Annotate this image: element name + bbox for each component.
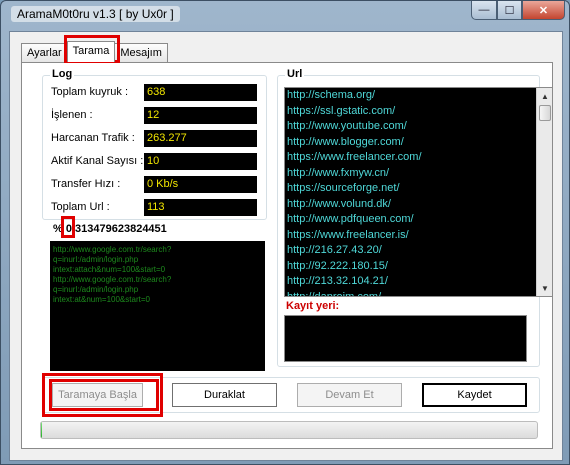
url-list-item[interactable]: http://www.blogger.com/ xyxy=(285,135,552,151)
kayit-yeri-box[interactable] xyxy=(284,315,527,362)
progress-percent-text: % 0.313479623824451 xyxy=(53,223,167,235)
log-output[interactable]: http://www.google.com.tr/search? q=inurl… xyxy=(50,241,265,371)
scroll-down-icon[interactable]: ▼ xyxy=(537,280,552,296)
url-scrollbar[interactable]: ▲ ▼ xyxy=(536,88,552,296)
log-line: intext:at&num=100&start=0 xyxy=(53,295,150,304)
url-list-item[interactable]: http://www.fxmyw.cn/ xyxy=(285,166,552,182)
progress-fill xyxy=(41,422,43,438)
url-list-item[interactable]: http://daproim.com/ xyxy=(285,290,552,297)
log-label-aktif-kanal: Aktif Kanal Sayısı : xyxy=(51,155,144,167)
window-controls: — ☐ ✕ xyxy=(471,1,565,21)
log-value-toplam-url: 113 xyxy=(144,199,257,216)
log-label-toplam-url: Toplam Url : xyxy=(51,201,110,213)
tab-mesajim[interactable]: Mesajım xyxy=(114,43,168,62)
log-value-islenen: 12 xyxy=(144,107,257,124)
log-title: Log xyxy=(50,68,75,80)
url-title: Url xyxy=(285,68,305,80)
percent-decimals: .313479623824451 xyxy=(71,223,167,235)
scroll-up-icon[interactable]: ▲ xyxy=(537,88,552,104)
scroll-thumb[interactable] xyxy=(539,105,551,121)
tab-strip: Ayarlar Tarama Mesajım xyxy=(21,41,168,63)
url-list-item[interactable]: https://www.freelancer.com/ xyxy=(285,150,552,166)
progress-bar xyxy=(40,421,538,439)
log-label-toplam-kuyruk: Toplam kuyruk : xyxy=(51,86,129,98)
log-label-transfer-hizi: Transfer Hızı : xyxy=(51,178,121,190)
url-list-item[interactable]: http://92.222.180.15/ xyxy=(285,259,552,275)
tab-tarama[interactable]: Tarama xyxy=(66,41,116,62)
url-list-item[interactable]: http://www.pdfqueen.com/ xyxy=(285,212,552,228)
log-line: q=inurl:/admin/login.php xyxy=(53,285,139,294)
log-label-islenen: İşlenen : xyxy=(51,109,93,121)
log-value-toplam-kuyruk: 638 xyxy=(144,84,257,101)
url-list-item[interactable]: http://www.volund.dk/ xyxy=(285,197,552,213)
log-line: intext:attach&num=100&start=0 xyxy=(53,265,166,274)
log-value-transfer-hizi: 0 Kb/s xyxy=(144,176,257,193)
pause-button[interactable]: Duraklat xyxy=(172,383,277,407)
url-list-item[interactable]: http://216.27.43.20/ xyxy=(285,243,552,259)
kayit-yeri-label: Kayıt yeri: xyxy=(286,300,340,312)
percent-prefix: % xyxy=(53,223,66,235)
maximize-icon: ☐ xyxy=(504,4,515,17)
log-value-aktif-kanal: 10 xyxy=(144,153,257,170)
url-list-item[interactable]: https://ssl.gstatic.com/ xyxy=(285,104,552,120)
log-label-harcanan-trafik: Harcanan Trafik : xyxy=(51,132,135,144)
url-list-item[interactable]: http://schema.org/ xyxy=(285,88,552,104)
log-line: http://www.google.com.tr/search? xyxy=(53,245,172,254)
maximize-button[interactable]: ☐ xyxy=(497,1,522,20)
title-bar[interactable]: AramaM0t0ru v1.3 [ by Ux0r ] — ☐ ✕ xyxy=(1,1,570,29)
start-scan-button[interactable]: Taramaya Başla xyxy=(52,383,143,407)
url-list-item[interactable]: https://sourceforge.net/ xyxy=(285,181,552,197)
window-title: AramaM0t0ru v1.3 [ by Ux0r ] xyxy=(11,6,180,22)
save-button[interactable]: Kaydet xyxy=(422,383,527,407)
url-list[interactable]: http://schema.org/https://ssl.gstatic.co… xyxy=(284,87,553,297)
log-line: q=inurl:/admin/login.php xyxy=(53,255,139,264)
minimize-icon: — xyxy=(478,4,490,16)
tab-ayarlar[interactable]: Ayarlar xyxy=(21,43,68,62)
close-icon: ✕ xyxy=(538,4,549,17)
url-items: http://schema.org/https://ssl.gstatic.co… xyxy=(285,88,552,297)
url-list-item[interactable]: https://www.freelancer.is/ xyxy=(285,228,552,244)
log-line: http://www.google.com.tr/search? xyxy=(53,275,172,284)
log-value-harcanan-trafik: 263.277 xyxy=(144,130,257,147)
url-list-item[interactable]: http://213.32.104.21/ xyxy=(285,274,552,290)
resume-button[interactable]: Devam Et xyxy=(297,383,402,407)
app-window: AramaM0t0ru v1.3 [ by Ux0r ] — ☐ ✕ Ayarl… xyxy=(0,0,570,465)
url-list-item[interactable]: http://www.youtube.com/ xyxy=(285,119,552,135)
minimize-button[interactable]: — xyxy=(471,1,497,20)
close-button[interactable]: ✕ xyxy=(522,1,565,20)
